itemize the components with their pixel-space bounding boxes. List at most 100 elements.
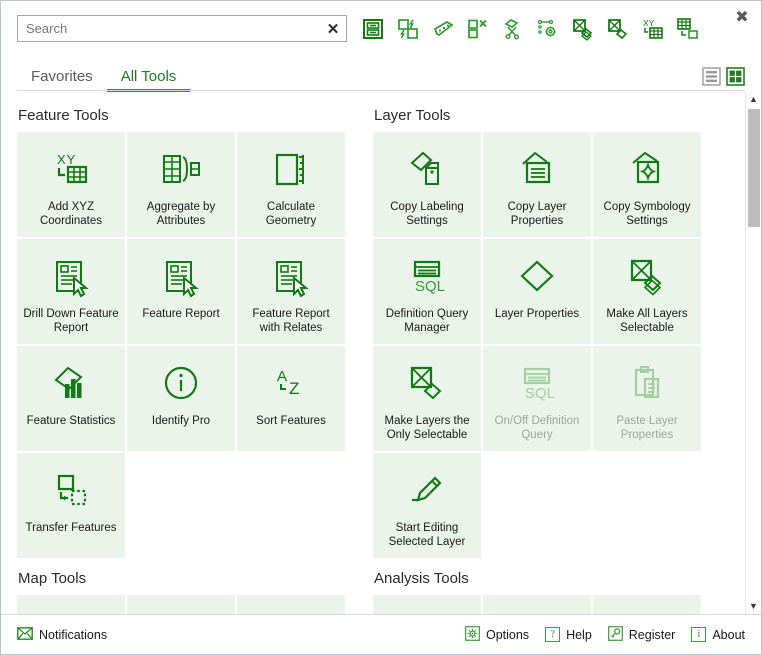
polygon-vertices-icon[interactable]	[427, 13, 459, 45]
ruler-rectangle-icon	[268, 144, 314, 196]
tool-tile-label: Layer Properties	[494, 308, 580, 320]
report-cursor-icon	[48, 251, 94, 303]
diamond-icon	[514, 251, 560, 303]
envelope-icon	[17, 626, 33, 643]
clipboard-paste-icon	[624, 358, 670, 410]
svg-text:Z: Z	[289, 379, 299, 398]
search-input[interactable]	[18, 16, 320, 41]
left-column: Feature Tools XY Add XYZ Coordinates Agg…	[1, 91, 364, 614]
svg-text:A: A	[277, 368, 287, 385]
tool-tile-clipped[interactable]	[17, 595, 125, 614]
polygon-bars-icon	[48, 358, 94, 410]
polygon-star-icon	[624, 144, 670, 196]
svg-text:XY: XY	[57, 152, 76, 167]
tool-tile-feature-statistics[interactable]: Feature Statistics	[17, 346, 125, 451]
about-button[interactable]: i About	[691, 627, 745, 642]
tool-tile-aggregate-by-attributes[interactable]: Aggregate by Attributes	[127, 132, 235, 237]
tool-tile-clipped[interactable]	[483, 595, 591, 614]
tool-tile-label: Calculate Geometry	[265, 201, 317, 228]
list-view-toggle[interactable]	[702, 67, 721, 86]
tab-bar: Favorites All Tools	[1, 58, 761, 92]
tool-tile-make-all-layers-selectable[interactable]: Make All Layers Selectable	[593, 239, 701, 344]
xy-to-table-icon[interactable]: XY	[637, 13, 669, 45]
select-layers-stack-icon[interactable]	[567, 13, 599, 45]
scrollbar-thumb[interactable]	[747, 109, 760, 227]
tool-tile-label: Feature Report	[142, 308, 220, 320]
tool-tile-definition-query-manager[interactable]: SQL Definition Query Manager	[373, 239, 481, 344]
tab-favorites[interactable]: Favorites	[17, 69, 107, 91]
layer-select-single-icon	[404, 358, 450, 410]
key-icon	[607, 625, 623, 644]
register-button[interactable]: Register	[607, 625, 676, 644]
help-button[interactable]: ? Help	[545, 627, 592, 642]
tools-gallery-window: ✕	[0, 0, 762, 655]
tool-tile-label: Feature Report with Relates	[252, 308, 330, 335]
group-title-analysis-tools: Analysis Tools	[374, 570, 469, 587]
aggregate-table-icon	[158, 144, 204, 196]
sql-table-icon: SQL	[514, 358, 560, 410]
tool-tile-copy-layer-properties[interactable]: Copy Layer Properties	[483, 132, 591, 237]
tool-tile-copy-symbology-settings[interactable]: Copy Symbology Settings	[593, 132, 701, 237]
tool-tile-clipped[interactable]	[373, 595, 481, 614]
tool-tile-copy-labeling-settings[interactable]: Copy Labeling Settings	[373, 132, 481, 237]
tool-tile-drill-down-feature-report[interactable]: Drill Down Feature Report	[17, 239, 125, 344]
geoprocessing-settings-icon[interactable]	[532, 13, 564, 45]
tool-tile-sort-features[interactable]: A Z Sort Features	[237, 346, 345, 451]
notifications-button[interactable]: Notifications	[17, 626, 108, 643]
scrollbar-track[interactable]	[746, 107, 762, 598]
select-layer-icon[interactable]	[602, 13, 634, 45]
tool-tile-layer-properties[interactable]: Layer Properties	[483, 239, 591, 344]
close-icon[interactable]: ✖	[729, 7, 755, 29]
tool-tile-transfer-features[interactable]: Transfer Features	[17, 453, 125, 558]
scroll-up-arrow-icon[interactable]: ▲	[746, 91, 762, 107]
quick-tools-toolbar: XY	[357, 13, 704, 45]
map-tools-grid	[17, 595, 364, 614]
tool-tile-clipped[interactable]	[237, 595, 345, 614]
options-button[interactable]: Options	[465, 625, 530, 644]
status-bar: Notifications Options ? Help Register i …	[1, 614, 761, 654]
tool-tile-label: Add XYZ Coordinates	[39, 201, 102, 228]
tool-tile-clipped[interactable]	[593, 595, 701, 614]
tab-all-tools[interactable]: All Tools	[106, 69, 191, 92]
search-clear-icon[interactable]: ✕	[320, 16, 346, 41]
notifications-label: Notifications	[39, 627, 108, 642]
table-to-feature-icon[interactable]	[672, 13, 704, 45]
svg-text:SQL: SQL	[525, 385, 555, 402]
tool-tile-label: Copy Symbology Settings	[603, 201, 691, 228]
tool-tile-label: Paste Layer Properties	[616, 415, 678, 442]
info-icon: i	[691, 627, 707, 642]
help-label: Help	[566, 627, 592, 642]
pencil-edit-icon	[404, 465, 450, 517]
register-label: Register	[628, 627, 676, 642]
delete-feature-icon[interactable]	[462, 13, 494, 45]
options-label: Options	[485, 627, 530, 642]
tool-tile-identify-pro[interactable]: Identify Pro	[127, 346, 235, 451]
tool-tile-add-xyz-coordinates[interactable]: XY Add XYZ Coordinates	[17, 132, 125, 237]
feature-tools-grid: XY Add XYZ Coordinates Aggregate by Attr…	[17, 132, 364, 558]
tool-tile-start-editing-selected-layer[interactable]: Start Editing Selected Layer	[373, 453, 481, 558]
tool-tile-label: Definition Query Manager	[385, 308, 469, 335]
tool-tile-make-layers-the-only-selectable[interactable]: Make Layers the Only Selectable	[373, 346, 481, 451]
a-to-z-icon: A Z	[268, 358, 314, 410]
tool-tile-feature-report[interactable]: Feature Report	[127, 239, 235, 344]
report-cursor-icon	[268, 251, 314, 303]
tool-tile-label: Copy Layer Properties	[507, 201, 567, 228]
grid-view-toggle[interactable]	[726, 67, 745, 86]
xy-table-icon: XY	[48, 144, 94, 196]
tools-scroll-area: Feature Tools XY Add XYZ Coordinates Agg…	[1, 91, 761, 614]
search-box[interactable]: ✕	[17, 15, 347, 42]
batch-attribute-editor-icon[interactable]	[357, 13, 389, 45]
cut-polygons-icon[interactable]	[497, 13, 529, 45]
svg-text:SQL: SQL	[415, 278, 445, 295]
polygon-tag-icon	[404, 144, 450, 196]
tool-tile-calculate-geometry[interactable]: Calculate Geometry	[237, 132, 345, 237]
gear-icon	[465, 625, 480, 644]
svg-text:XY: XY	[643, 18, 655, 28]
group-title-layer-tools: Layer Tools	[374, 107, 451, 124]
transfer-square-icon	[48, 465, 94, 517]
vertical-scrollbar[interactable]: ▲ ▼	[745, 91, 761, 614]
tool-tile-feature-report-with-relates[interactable]: Feature Report with Relates	[237, 239, 345, 344]
tool-tile-clipped[interactable]	[127, 595, 235, 614]
flip-fields-icon[interactable]	[392, 13, 424, 45]
scroll-down-arrow-icon[interactable]: ▼	[746, 598, 762, 614]
